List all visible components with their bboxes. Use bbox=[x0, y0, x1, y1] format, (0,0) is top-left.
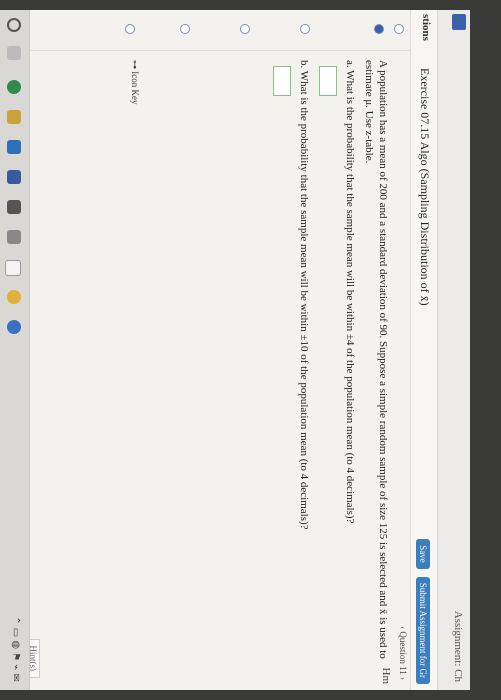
question-radio[interactable] bbox=[180, 24, 190, 34]
question-radio-current[interactable] bbox=[374, 24, 384, 34]
part-a-answer-input[interactable] bbox=[319, 66, 338, 96]
question-radio[interactable] bbox=[125, 24, 135, 34]
icon-key-link[interactable]: ⊶ Icon Key bbox=[129, 60, 140, 105]
save-button[interactable]: Save bbox=[416, 539, 430, 569]
part-b-question: b. What is the probability that the samp… bbox=[298, 60, 311, 530]
system-tray[interactable]: ⌃ ▭ ◍ ⚑ ⌁ ✉ bbox=[10, 616, 21, 682]
browser-icon[interactable] bbox=[7, 320, 21, 334]
part-a-question: a. What is the probability that the samp… bbox=[344, 60, 357, 524]
edge-icon[interactable] bbox=[7, 80, 21, 94]
screen: Assignment: Ch stions Exercise 07.15 Alg… bbox=[0, 10, 470, 690]
question-radio[interactable] bbox=[240, 24, 250, 34]
taskbar: ⌃ ▭ ◍ ⚑ ⌁ ✉ bbox=[0, 10, 30, 690]
dropbox-icon[interactable] bbox=[7, 200, 21, 214]
question-list bbox=[0, 10, 410, 51]
mail-icon[interactable] bbox=[7, 170, 21, 184]
question-radio[interactable] bbox=[394, 24, 404, 34]
submit-assignment-button[interactable]: Submit Assignment for Gr bbox=[416, 576, 430, 684]
problem-body: A population has a mean of 200 and a sta… bbox=[265, 60, 390, 660]
store-icon[interactable] bbox=[7, 140, 21, 154]
assignment-title: Assignment: Ch bbox=[452, 610, 464, 682]
top-bar: Assignment: Ch bbox=[437, 10, 470, 690]
key-icon: ⊶ bbox=[130, 60, 140, 72]
photos-icon[interactable] bbox=[7, 230, 21, 244]
task-view-icon[interactable] bbox=[7, 46, 21, 60]
header-actions: Save Submit Assignment for Gr bbox=[415, 535, 433, 684]
part-b-answer-input[interactable] bbox=[272, 66, 291, 96]
icon-key-label: Icon Key bbox=[130, 71, 140, 105]
exercise-title: Exercise 07.15 Algo (Sampling Distributi… bbox=[418, 68, 432, 306]
help-me-link[interactable]: Hm bbox=[380, 668, 392, 685]
problem-intro: A population has a mean of 200 and a sta… bbox=[362, 60, 389, 659]
amazon-icon[interactable] bbox=[5, 260, 21, 276]
exercise-header: stions Exercise 07.15 Algo (Sampling Dis… bbox=[410, 10, 437, 690]
question-navigator[interactable]: ‹ Question 11 › bbox=[398, 626, 408, 680]
file-explorer-icon[interactable] bbox=[7, 110, 21, 124]
app-logo-icon bbox=[452, 14, 466, 30]
tab-questions[interactable]: stions bbox=[420, 14, 432, 41]
chrome-icon[interactable] bbox=[7, 290, 21, 304]
question-radio[interactable] bbox=[300, 24, 310, 34]
search-icon[interactable] bbox=[7, 18, 21, 32]
